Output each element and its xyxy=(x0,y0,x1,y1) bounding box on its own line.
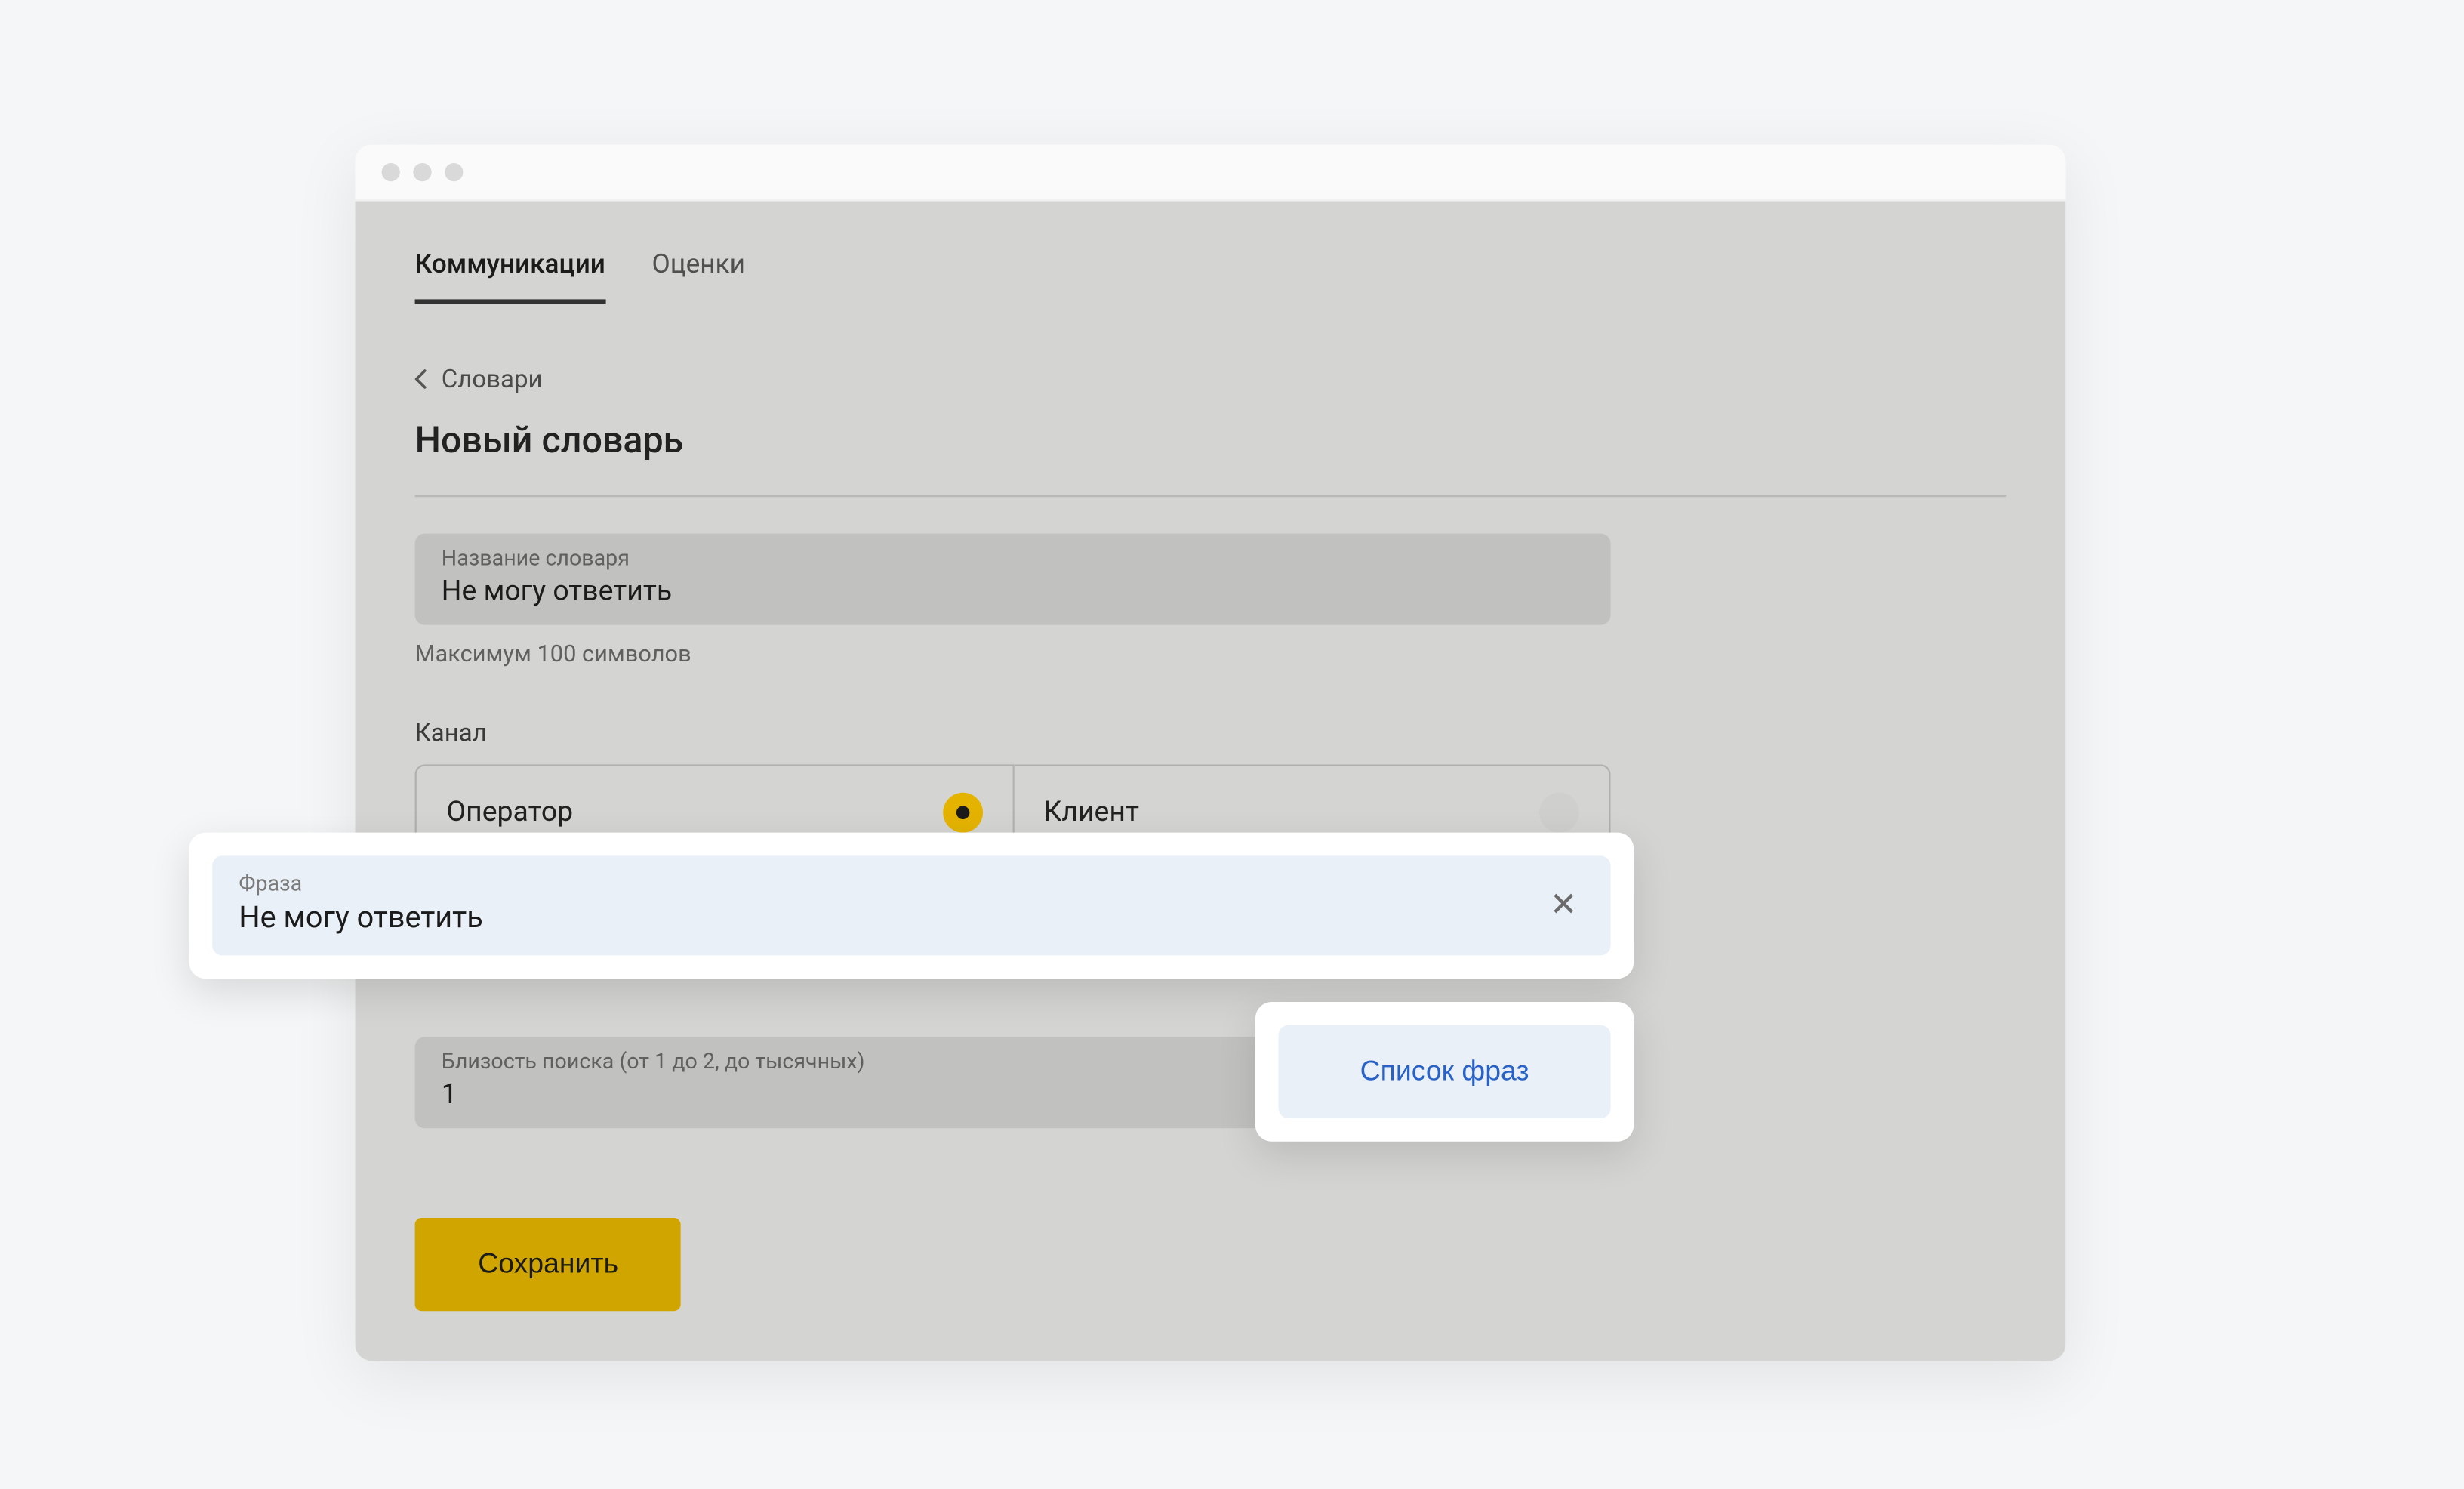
save-button[interactable]: Сохранить xyxy=(415,1218,682,1311)
breadcrumb-label: Словари xyxy=(442,364,543,394)
phrase-label: Фраза xyxy=(239,872,1523,897)
tabs: Коммуникации Оценки xyxy=(415,202,2007,304)
close-icon[interactable]: ✕ xyxy=(1543,877,1584,930)
radio-checked-icon xyxy=(942,793,982,833)
tab-communications[interactable]: Коммуникации xyxy=(415,231,605,304)
window-dot xyxy=(382,163,400,181)
dictionary-name-input[interactable]: Название словаря Не могу ответить xyxy=(415,534,1611,625)
channel-section-label: Канал xyxy=(415,718,2007,748)
dictionary-name-label: Название словаря xyxy=(442,547,1585,572)
tab-ratings[interactable]: Оценки xyxy=(652,231,745,304)
dictionary-name-field: Название словаря Не могу ответить Максим… xyxy=(415,534,1611,668)
page-title: Новый словарь xyxy=(415,421,2007,497)
channel-client-label: Клиент xyxy=(1043,796,1139,829)
breadcrumb[interactable]: Словари xyxy=(415,364,2007,394)
phrase-card: Фраза Не могу ответить ✕ xyxy=(189,833,1634,979)
window-title-bar xyxy=(355,145,2065,202)
radio-unchecked-icon xyxy=(1539,793,1579,833)
phrase-list-button[interactable]: Список фраз xyxy=(1279,1025,1611,1118)
window-dot xyxy=(413,163,431,181)
phrase-input[interactable]: Фраза Не могу ответить ✕ xyxy=(212,855,1610,955)
phrase-list-card: Список фраз xyxy=(1255,1002,1634,1142)
dictionary-name-helper: Максимум 100 символов xyxy=(415,642,1611,668)
content-area: Коммуникации Оценки Словари Новый словар… xyxy=(355,202,2065,1361)
dictionary-name-value: Не могу ответить xyxy=(442,575,1585,609)
window-dot xyxy=(445,163,463,181)
chevron-left-icon xyxy=(415,369,429,389)
phrase-value: Не могу ответить xyxy=(239,901,1523,936)
browser-window: Коммуникации Оценки Словари Новый словар… xyxy=(355,145,2065,1361)
channel-operator-label: Оператор xyxy=(446,796,573,829)
